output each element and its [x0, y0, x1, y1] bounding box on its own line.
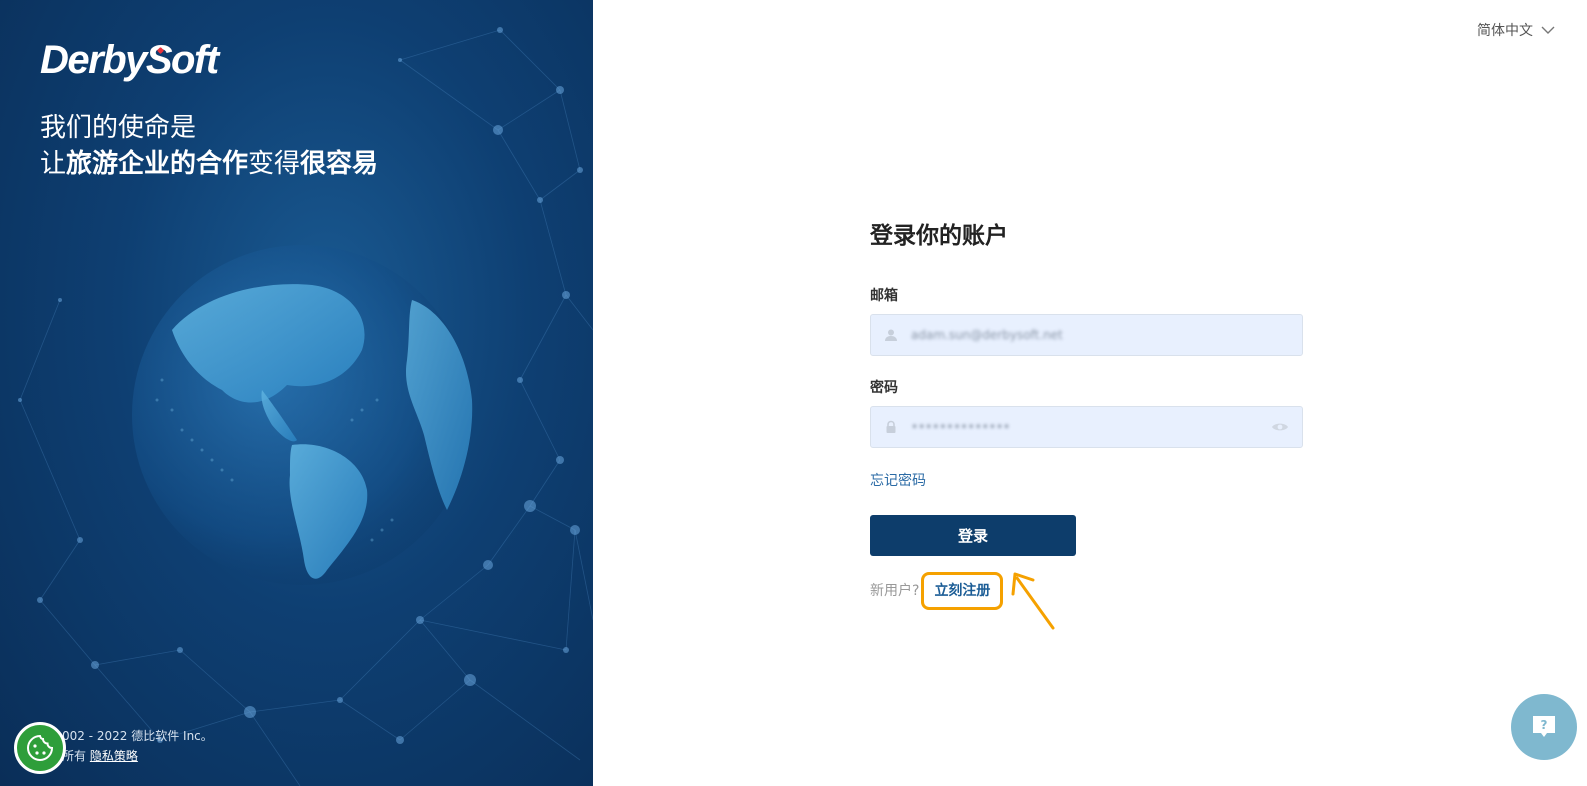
- register-link[interactable]: 立刻注册: [921, 572, 1004, 610]
- password-label: 密码: [870, 380, 898, 396]
- login-button[interactable]: 登录: [870, 515, 1076, 556]
- derbysoft-logo: DerbySoft: [40, 36, 219, 84]
- mission-line-1: 我们的使命是: [40, 113, 197, 143]
- svg-text:?: ?: [1541, 718, 1548, 732]
- cookie-icon: [26, 734, 54, 762]
- help-chat-icon: ?: [1533, 716, 1555, 737]
- forgot-password-link[interactable]: 忘记密码: [870, 471, 926, 491]
- mission-line-2: 让旅游企业的合作变得很容易: [40, 146, 378, 182]
- copyright-text: 002 - 2022 德比软件 Inc。: [62, 729, 213, 743]
- mission-statement: 我们的使命是 让旅游企业的合作变得很容易: [40, 110, 378, 182]
- password-input[interactable]: [911, 407, 1258, 447]
- email-input[interactable]: [911, 315, 1302, 355]
- form-title: 登录你的账户: [870, 223, 1008, 249]
- login-panel: 简体中文 登录你的账户 邮箱 密码: [593, 0, 1587, 786]
- user-icon: [871, 328, 911, 342]
- register-row: 新用户? 立刻注册: [870, 572, 1303, 610]
- password-field-wrapper: [870, 406, 1303, 448]
- annotation-arrow-icon: [1011, 572, 1055, 630]
- chevron-down-icon: [1541, 26, 1555, 34]
- logo-text: DerbySoft: [40, 38, 219, 82]
- language-label: 简体中文: [1477, 23, 1533, 39]
- mission-emphasis: 旅游企业的合作: [66, 149, 249, 179]
- help-chat-button[interactable]: ?: [1511, 694, 1577, 760]
- email-field-wrapper: [870, 314, 1303, 356]
- privacy-policy-link[interactable]: 隐私策略: [90, 749, 138, 763]
- cookie-settings-button[interactable]: [14, 722, 66, 774]
- language-selector[interactable]: 简体中文: [1477, 20, 1555, 40]
- mission-emphasis: 很容易: [300, 149, 379, 179]
- email-label: 邮箱: [870, 288, 898, 304]
- globe-illustration: [132, 245, 473, 585]
- brand-panel: DerbySoft 我们的使命是 让旅游企业的合作变得很容易 002 - 202…: [0, 0, 593, 786]
- eye-icon[interactable]: [1258, 421, 1302, 433]
- new-user-prompt: 新用户?: [870, 583, 920, 599]
- lock-icon: [871, 420, 911, 434]
- mission-text: 让: [40, 149, 67, 179]
- login-form: 登录你的账户 邮箱 密码: [870, 218, 1303, 610]
- mission-text: 变得: [248, 149, 301, 179]
